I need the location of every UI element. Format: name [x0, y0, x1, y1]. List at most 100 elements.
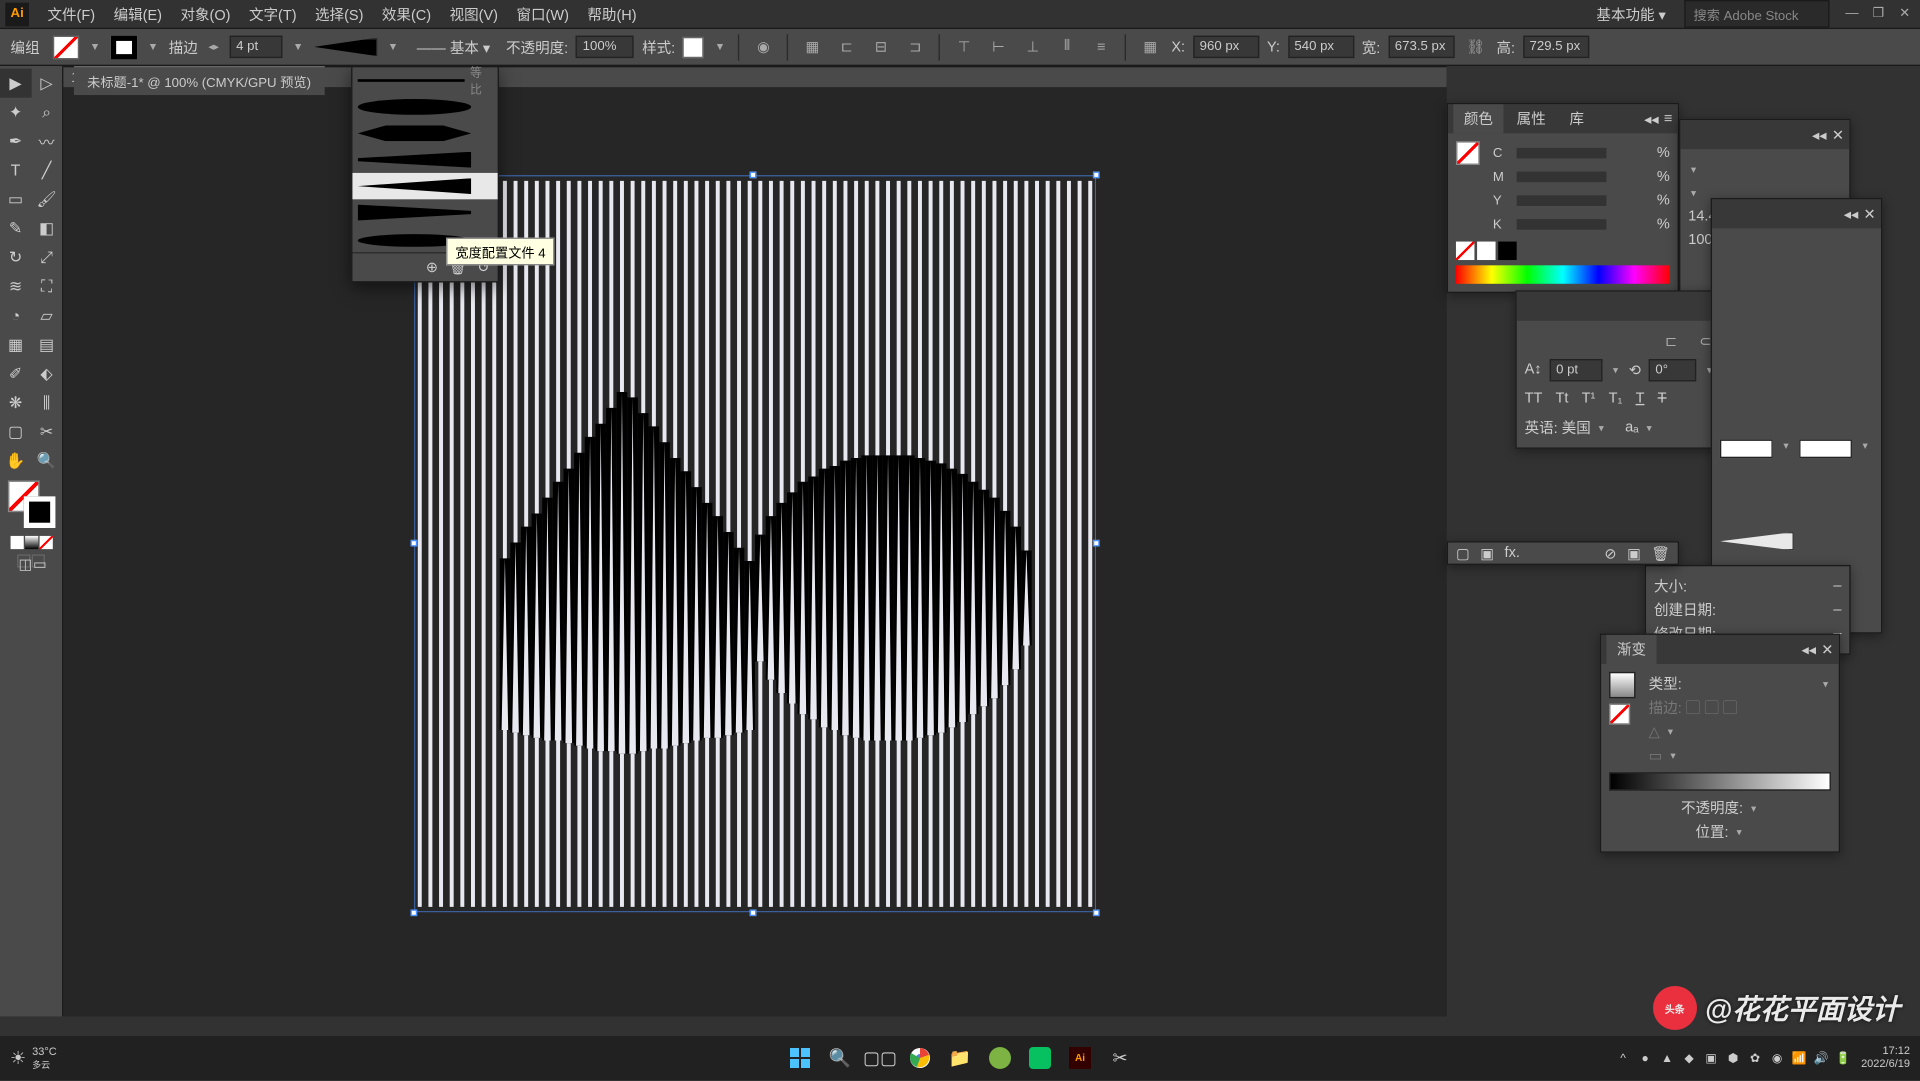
valign-mid-icon[interactable]: ⊢: [985, 34, 1011, 60]
perspective-tool[interactable]: ▱: [31, 301, 62, 330]
menu-effect[interactable]: 效果(C): [374, 0, 439, 28]
maximize-button[interactable]: ❐: [1866, 5, 1890, 23]
gradient-tab[interactable]: 渐变: [1606, 635, 1656, 664]
align-icon[interactable]: ▦: [799, 34, 825, 60]
char-pt-input[interactable]: [1549, 358, 1602, 380]
profile-4[interactable]: [352, 173, 497, 199]
link-wh-icon[interactable]: ⛓: [1462, 34, 1488, 60]
tray-icon[interactable]: ✿: [1745, 1048, 1765, 1068]
w-input[interactable]: [1388, 36, 1454, 58]
minimize-button[interactable]: —: [1840, 5, 1864, 23]
menu-edit[interactable]: 编辑(E): [106, 0, 170, 28]
color-tab[interactable]: 颜色: [1453, 104, 1503, 133]
start-button[interactable]: [782, 1040, 818, 1076]
eyedropper-tool[interactable]: ✐: [0, 359, 31, 388]
clear-icon[interactable]: ⊘: [1604, 545, 1616, 562]
valign-bot-icon[interactable]: ⊥: [1020, 34, 1046, 60]
profile-3[interactable]: [352, 147, 497, 173]
panel-collapse-icon[interactable]: ◂◂: [1801, 641, 1816, 658]
panel-close-icon[interactable]: ✕: [1832, 126, 1844, 143]
panel-collapse-icon[interactable]: ◂◂: [1644, 110, 1659, 127]
stroke-dropdown[interactable]: ▼: [145, 41, 161, 53]
volume-icon[interactable]: 🔊: [1811, 1048, 1831, 1068]
explorer-icon[interactable]: 📁: [942, 1040, 978, 1076]
menu-type[interactable]: 文字(T): [241, 0, 304, 28]
task-view-icon[interactable]: ▢▢: [862, 1040, 898, 1076]
char-rot-input[interactable]: [1649, 358, 1697, 380]
transform-icon[interactable]: ▦: [1137, 34, 1163, 60]
menu-window[interactable]: 窗口(W): [509, 0, 577, 28]
battery-icon[interactable]: 🔋: [1833, 1048, 1853, 1068]
pen-tool[interactable]: ✒: [0, 127, 31, 156]
align-center-icon[interactable]: ⊟: [868, 34, 894, 60]
align-right-icon[interactable]: ⊐: [902, 34, 928, 60]
snip-icon[interactable]: ✂: [1102, 1040, 1138, 1076]
illustrator-icon[interactable]: Ai: [1062, 1040, 1098, 1076]
tray-icon[interactable]: ●: [1635, 1048, 1655, 1068]
tray-chevron-icon[interactable]: ^: [1613, 1048, 1633, 1068]
slice-tool[interactable]: ✂: [31, 417, 62, 446]
menu-file[interactable]: 文件(F): [40, 0, 103, 28]
menu-select[interactable]: 选择(S): [307, 0, 371, 28]
panel-close-icon[interactable]: ✕: [1821, 641, 1833, 658]
opacity-input[interactable]: [576, 36, 634, 58]
align-left-icon[interactable]: ⊏: [833, 34, 859, 60]
shape-builder-tool[interactable]: ◔: [0, 301, 31, 330]
curvature-tool[interactable]: 〰: [31, 127, 62, 156]
profile-add-icon[interactable]: ⊕: [426, 259, 438, 276]
fill-swatch[interactable]: [53, 35, 79, 59]
profile-uniform[interactable]: 等比: [352, 67, 497, 93]
selection-tool[interactable]: ▶: [0, 69, 31, 98]
gradient-ramp[interactable]: [1609, 772, 1831, 790]
chrome-icon[interactable]: [902, 1040, 938, 1076]
line-tool[interactable]: ╱: [31, 156, 62, 185]
app-icon-1[interactable]: [982, 1040, 1018, 1076]
hand-tool[interactable]: ✋: [0, 446, 31, 475]
new-sublayer-icon[interactable]: ▣: [1480, 545, 1494, 562]
scale-tool[interactable]: ⤢: [31, 243, 62, 272]
brush-tool[interactable]: 🖌: [31, 185, 62, 214]
recolor-icon[interactable]: ◉: [750, 34, 776, 60]
tray-icon[interactable]: ⬢: [1723, 1048, 1743, 1068]
graph-tool[interactable]: ⫼: [31, 388, 62, 417]
magic-wand-tool[interactable]: ✦: [0, 98, 31, 127]
panel-menu-icon[interactable]: ≡: [1664, 110, 1672, 127]
panel-close-icon[interactable]: ✕: [1864, 205, 1876, 222]
eraser-tool[interactable]: ◧: [31, 214, 62, 243]
dist-h-icon[interactable]: ⫴: [1054, 34, 1080, 60]
zoom-tool[interactable]: 🔍: [31, 446, 62, 475]
language-select[interactable]: 英语: 美国: [1525, 417, 1591, 438]
document-tab[interactable]: 未标题-1* @ 100% (CMYK/GPU 预览): [74, 66, 324, 95]
style-swatch[interactable]: [683, 36, 704, 57]
search-taskbar-icon[interactable]: 🔍: [822, 1040, 858, 1076]
fill-stroke-indicator[interactable]: [7, 480, 55, 528]
width-tool[interactable]: ≋: [0, 272, 31, 301]
profile-2[interactable]: [352, 120, 497, 146]
stroke-weight-dropdown[interactable]: ▼: [290, 41, 306, 53]
gradient-tool[interactable]: ▤: [31, 330, 62, 359]
menu-help[interactable]: 帮助(H): [579, 0, 644, 28]
artboard-tool[interactable]: ▢: [0, 417, 31, 446]
tray-icon[interactable]: ◆: [1679, 1048, 1699, 1068]
width-profile-thumb[interactable]: [314, 38, 377, 56]
style-dropdown[interactable]: ▼: [712, 41, 728, 53]
stroke-weight-input[interactable]: [230, 36, 283, 58]
lasso-tool[interactable]: ⌕: [31, 98, 62, 127]
stroke-swatch[interactable]: [111, 35, 137, 59]
trash-icon[interactable]: 🗑: [1651, 545, 1669, 562]
rotate-tool[interactable]: ↻: [0, 243, 31, 272]
panel-collapse-icon[interactable]: ◂◂: [1844, 205, 1859, 222]
rect-tool[interactable]: ▭: [0, 185, 31, 214]
menu-object[interactable]: 对象(O): [173, 0, 239, 28]
type-tool[interactable]: T: [0, 156, 31, 185]
fill-dropdown[interactable]: ▼: [87, 41, 103, 53]
menu-view[interactable]: 视图(V): [442, 0, 506, 28]
stroke-dec[interactable]: ◂▸: [206, 41, 222, 53]
properties-tab[interactable]: 属性: [1506, 104, 1556, 133]
symbol-sprayer-tool[interactable]: ❋: [0, 388, 31, 417]
y-input[interactable]: [1288, 36, 1354, 58]
weather-widget[interactable]: ☀ 33°C多云: [10, 1046, 57, 1071]
direct-select-tool[interactable]: ▷: [31, 69, 62, 98]
selected-artwork[interactable]: [414, 176, 1095, 913]
h-input[interactable]: [1523, 36, 1589, 58]
